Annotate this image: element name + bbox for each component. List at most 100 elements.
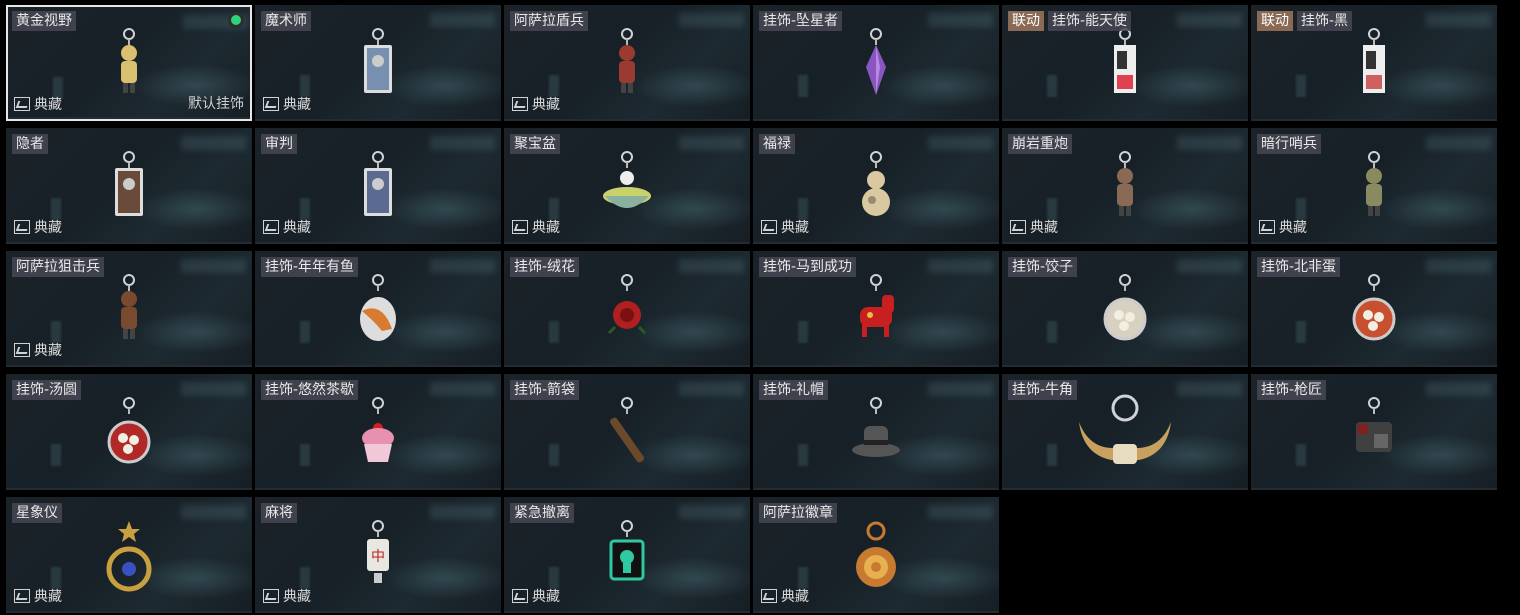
charm-card[interactable]: 挂饰-北非蛋 xyxy=(1251,251,1497,367)
card-divider xyxy=(753,488,999,490)
collection-badge: 典藏 xyxy=(512,586,560,606)
bg-light xyxy=(430,259,495,273)
charm-card[interactable]: 挂饰-汤圆 xyxy=(6,374,252,490)
collection-badge: 典藏 xyxy=(761,586,809,606)
charm-card[interactable]: 挂饰-礼帽 xyxy=(753,374,999,490)
card-divider xyxy=(1002,365,1248,367)
card-divider xyxy=(6,488,252,490)
charm-name: 紧急撤离 xyxy=(510,503,574,523)
charm-name-tag: 挂饰-悠然茶歇 xyxy=(261,380,359,400)
charm-name-tag: 崩岩重炮 xyxy=(1008,134,1072,154)
charm-card[interactable]: 联动 挂饰-黑 xyxy=(1251,5,1497,121)
charm-name: 挂饰-饺子 xyxy=(1008,257,1078,277)
card-divider xyxy=(1251,365,1497,367)
card-divider xyxy=(753,611,999,613)
charm-card[interactable]: 魔术师 典藏 xyxy=(255,5,501,121)
bg-light xyxy=(181,259,246,273)
charm-card[interactable]: 星象仪 典藏 xyxy=(6,497,252,613)
svg-text:中: 中 xyxy=(371,549,385,565)
collection-label: 典藏 xyxy=(34,97,62,113)
charm-card[interactable]: 黄金视野 典藏 默认挂饰 xyxy=(6,5,252,121)
charm-name: 暗行哨兵 xyxy=(1257,134,1321,154)
collab-badge: 联动 xyxy=(1008,11,1044,31)
bg-light xyxy=(181,136,246,150)
charm-card[interactable]: 麻将中典藏 xyxy=(255,497,501,613)
collection-badge: 典藏 xyxy=(263,94,311,114)
bg-light xyxy=(679,505,744,519)
charm-card[interactable]: 福禄 典藏 xyxy=(753,128,999,244)
collection-icon xyxy=(512,589,528,603)
charm-card[interactable]: 挂饰-箭袋 xyxy=(504,374,750,490)
collection-icon xyxy=(512,97,528,111)
charm-name-tag: 星象仪 xyxy=(12,503,62,523)
charm-card[interactable]: 挂饰-悠然茶歇 xyxy=(255,374,501,490)
collection-label: 典藏 xyxy=(34,220,62,236)
charm-card[interactable]: 挂饰-马到成功 xyxy=(753,251,999,367)
card-divider xyxy=(1251,488,1497,490)
charm-card[interactable]: 挂饰-枪匠 xyxy=(1251,374,1497,490)
charm-card[interactable]: 阿萨拉盾兵 典藏 xyxy=(504,5,750,121)
bg-pillar xyxy=(1296,75,1306,97)
collection-label: 典藏 xyxy=(781,220,809,236)
shadow-sentry-charm-icon xyxy=(1344,148,1404,224)
charm-name-tag: 挂饰-汤圆 xyxy=(12,380,82,400)
charm-card[interactable]: 挂饰-绒花 xyxy=(504,251,750,367)
collection-label: 典藏 xyxy=(532,97,560,113)
bg-light xyxy=(928,382,993,396)
bg-light xyxy=(1177,259,1242,273)
hermit-card-charm-icon xyxy=(99,148,159,224)
card-divider xyxy=(504,119,750,121)
charm-name-tag: 挂饰-坠星者 xyxy=(759,11,843,31)
top-hat-charm-icon xyxy=(846,394,906,470)
charm-card[interactable]: 紧急撤离 典藏 xyxy=(504,497,750,613)
collection-badge: 典藏 xyxy=(14,217,62,237)
purple-crystal-charm-icon xyxy=(846,25,906,101)
charm-card[interactable]: 崩岩重炮 典藏 xyxy=(1002,128,1248,244)
charm-name-tag: 魔术师 xyxy=(261,11,311,31)
horse-charm-icon xyxy=(846,271,906,347)
charm-card[interactable]: 审判 典藏 xyxy=(255,128,501,244)
collection-label: 典藏 xyxy=(283,589,311,605)
dumpling-charm-icon xyxy=(1095,271,1155,347)
charm-card[interactable]: 隐者 典藏 xyxy=(6,128,252,244)
bg-pillar xyxy=(549,444,559,466)
bg-light xyxy=(181,382,246,396)
charm-card[interactable]: 挂饰-牛角 xyxy=(1002,374,1248,490)
charm-name: 挂饰-黑 xyxy=(1297,11,1353,31)
charm-card[interactable]: 联动 挂饰-能天使 xyxy=(1002,5,1248,121)
emergency-evac-charm-icon xyxy=(597,517,657,593)
bg-pillar xyxy=(1296,321,1306,343)
collection-label: 典藏 xyxy=(532,220,560,236)
charm-name-tag: 联动 挂饰-黑 xyxy=(1257,11,1353,31)
card-divider xyxy=(504,488,750,490)
gunsmith-case-charm-icon xyxy=(1344,394,1404,470)
collection-icon xyxy=(512,220,528,234)
collection-label: 典藏 xyxy=(1279,220,1307,236)
charm-card[interactable]: 聚宝盆 典藏 xyxy=(504,128,750,244)
charm-card[interactable]: 暗行哨兵典藏 xyxy=(1251,128,1497,244)
charm-name-tag: 挂饰-北非蛋 xyxy=(1257,257,1341,277)
collection-icon xyxy=(761,589,777,603)
charm-name: 魔术师 xyxy=(261,11,311,31)
golden-vision-charm-icon xyxy=(99,25,159,101)
charm-name-tag: 阿萨拉盾兵 xyxy=(510,11,588,31)
charm-card[interactable]: 挂饰-饺子 xyxy=(1002,251,1248,367)
bg-light xyxy=(928,136,993,150)
charm-name-tag: 联动 挂饰-能天使 xyxy=(1008,11,1132,31)
charm-name-tag: 挂饰-饺子 xyxy=(1008,257,1078,277)
bg-light xyxy=(1177,136,1242,150)
charm-card[interactable]: 挂饰-坠星者 xyxy=(753,5,999,121)
collection-icon xyxy=(761,220,777,234)
charm-card[interactable]: 挂饰-年年有鱼 xyxy=(255,251,501,367)
bg-light xyxy=(430,136,495,150)
charm-name-tag: 挂饰-牛角 xyxy=(1008,380,1078,400)
card-divider xyxy=(255,611,501,613)
charm-name-tag: 挂饰-枪匠 xyxy=(1257,380,1327,400)
collection-badge: 典藏 xyxy=(14,586,62,606)
card-divider xyxy=(504,242,750,244)
equipped-indicator-icon xyxy=(228,12,244,28)
charm-card[interactable]: 阿萨拉徽章 典藏 xyxy=(753,497,999,613)
charm-card[interactable]: 阿萨拉狙击兵 典藏 xyxy=(6,251,252,367)
collection-badge: 典藏 xyxy=(1010,217,1058,237)
bg-pillar xyxy=(1047,321,1057,343)
